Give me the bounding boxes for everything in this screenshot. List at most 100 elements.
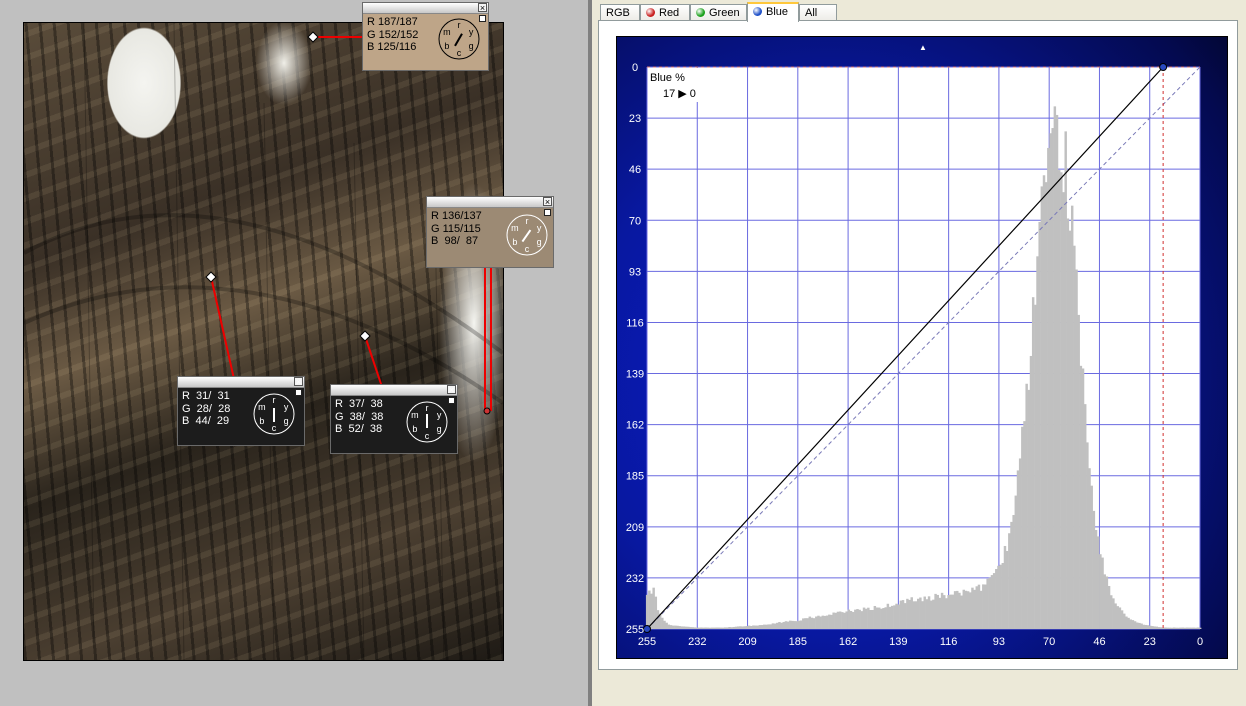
probe-title-bar[interactable]: ×: [331, 385, 457, 396]
probe-title-bar[interactable]: ×: [178, 377, 304, 388]
histogram-bar: [1077, 314, 1080, 629]
histogram-bar: [990, 575, 994, 629]
y-tick-label: 232: [626, 573, 644, 585]
histogram-bar: [674, 625, 677, 629]
blue-value: 98/ 87: [441, 235, 479, 247]
dial-letter: b: [259, 416, 264, 426]
y-tick-label: 139: [626, 369, 644, 381]
histogram-bar: [947, 594, 950, 629]
histogram-bar: [1131, 620, 1135, 629]
histogram-bar: [734, 626, 738, 629]
histogram-bar: [919, 597, 922, 629]
histogram-bar: [847, 609, 851, 629]
histogram-bar: [780, 622, 783, 629]
histogram-bar: [1031, 297, 1035, 629]
histogram-bar: [923, 596, 926, 629]
histogram-bar: [982, 584, 985, 629]
histogram-bar: [1159, 627, 1163, 629]
green-value: 152/152: [378, 28, 419, 41]
color-probe-2[interactable]: × R 136/137 G 115/115 B 98/ 87 rygcbm: [426, 196, 554, 268]
histogram-bar: [1088, 468, 1091, 629]
histogram-bar: [726, 627, 729, 629]
histogram-bar: [867, 607, 870, 629]
close-icon[interactable]: ×: [294, 377, 303, 387]
histogram-bar: [645, 594, 649, 629]
y-tick-label: 93: [629, 266, 641, 278]
close-icon[interactable]: ×: [543, 197, 552, 207]
tab-rgb[interactable]: RGB: [600, 4, 640, 21]
histogram-bar: [1183, 627, 1187, 629]
color-probe-4[interactable]: × R 37/ 38 G 38/ 38 B 52/ 38 rygcbm: [330, 384, 458, 454]
histogram-bar: [806, 618, 809, 629]
probe-title-bar[interactable]: ×: [363, 3, 488, 14]
histogram-bar: [871, 609, 874, 629]
histogram-bar: [971, 587, 974, 629]
color-probe-3[interactable]: × R 31/ 31 G 28/ 28 B 44/ 29 rygcbm: [177, 376, 305, 446]
histogram-bar: [956, 590, 959, 629]
histogram-bar: [914, 601, 918, 629]
dial-letter: b: [412, 424, 417, 434]
histogram-bar: [845, 611, 848, 629]
histogram-bar: [953, 591, 957, 629]
histogram-bar: [997, 565, 1000, 629]
tab-red[interactable]: Red: [640, 4, 690, 21]
close-icon[interactable]: ×: [447, 385, 456, 395]
curve-control-point[interactable]: [1159, 63, 1168, 71]
histogram-bar: [739, 626, 742, 629]
photo-canvas[interactable]: [23, 22, 504, 661]
histogram-bar: [960, 595, 963, 629]
histogram-bar: [667, 624, 671, 629]
histogram-bar: [1094, 529, 1098, 629]
histogram-bar: [661, 617, 664, 629]
channel-label: Blue %: [650, 72, 685, 84]
blue-dot-icon: [753, 7, 762, 16]
histogram-bar: [843, 612, 846, 629]
histogram-bar: [899, 600, 903, 629]
histogram-bar: [1038, 221, 1041, 630]
histogram-bar: [860, 611, 864, 629]
histogram-bar: [1118, 607, 1122, 629]
probe-title-bar[interactable]: ×: [427, 197, 553, 208]
dial-letter: m: [511, 223, 519, 233]
dial-letter: y: [537, 223, 542, 233]
histogram-bar: [897, 604, 900, 629]
expand-icon[interactable]: [295, 389, 302, 396]
tab-blue[interactable]: Blue: [747, 2, 799, 22]
histogram-bar: [979, 590, 983, 629]
curves-histogram-frame[interactable]: 255 232 209 185 162 139 116 93 70 46 23 0 0 23 46 70 93…: [616, 36, 1228, 659]
x-tick-label: 70: [1043, 636, 1055, 648]
y-tick-label: 162: [626, 420, 644, 432]
histogram-bar: [895, 603, 898, 629]
histogram-bar: [1036, 256, 1039, 629]
color-probe-1[interactable]: × R 187/187 G 152/152 B 125/116 rygcbm: [362, 2, 489, 71]
histogram-bar: [966, 591, 970, 629]
close-icon[interactable]: ×: [478, 3, 487, 13]
histogram-bar: [1079, 365, 1083, 629]
histogram-bar: [1151, 626, 1154, 629]
histogram-bar: [943, 595, 946, 629]
histogram-bar: [717, 627, 720, 629]
histogram-bar: [1144, 624, 1148, 629]
histogram-bar: [715, 627, 718, 629]
histogram-bar: [903, 603, 907, 629]
dial-letter: r: [273, 395, 276, 405]
histogram-bar: [873, 605, 877, 629]
histogram-bar: [767, 624, 770, 629]
histogram-bar: [1005, 550, 1009, 629]
histogram-bar: [1044, 182, 1048, 629]
histogram-bar: [1047, 147, 1050, 629]
expand-icon[interactable]: [448, 397, 455, 404]
histogram-bar: [1181, 627, 1185, 629]
histogram-bar: [752, 625, 755, 629]
histogram-bar: [1129, 619, 1132, 629]
tab-all[interactable]: All: [799, 4, 837, 21]
curves-histogram-chart[interactable]: 255 232 209 185 162 139 116 93 70 46 23 0 0 23 46 70 93…: [617, 37, 1227, 658]
red-dot-icon: [646, 8, 655, 17]
histogram-bar: [1138, 622, 1141, 629]
red-value: 136/137: [442, 210, 482, 222]
histogram-bar: [975, 586, 979, 629]
histogram-bar: [1096, 536, 1100, 629]
histogram-bar: [1029, 355, 1033, 629]
tab-green[interactable]: Green: [690, 4, 747, 21]
curve-control-point[interactable]: [643, 625, 651, 633]
